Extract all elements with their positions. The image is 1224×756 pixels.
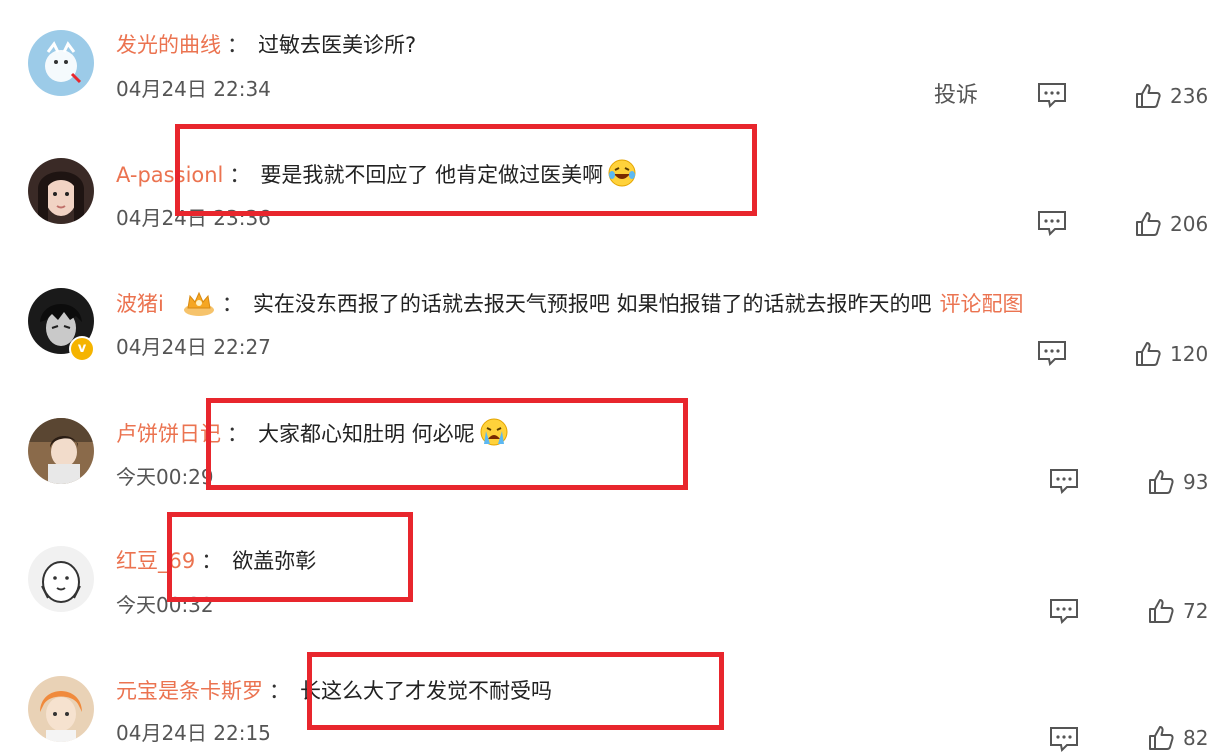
thumbs-up-icon <box>1136 342 1161 366</box>
report-button[interactable]: 投诉 <box>934 82 978 110</box>
comment-icon[interactable] <box>1049 726 1079 752</box>
like-count: 93 <box>1183 470 1209 494</box>
timestamp: 04月24日 22:15 <box>116 721 271 745</box>
highlight-box <box>175 124 757 216</box>
like-count: 206 <box>1170 212 1209 236</box>
comment-icon[interactable] <box>1049 468 1079 494</box>
comment-line: 波猪i ： 实在没东西报了的话就去报天气预报吧 如果怕报错了的话就去报昨天的吧 评论配… <box>116 288 1024 319</box>
like-button[interactable]: 93 <box>1147 468 1208 496</box>
highlight-box <box>167 512 413 602</box>
like-button[interactable]: 72 <box>1147 597 1208 625</box>
highlight-box <box>307 652 724 730</box>
comment-icon[interactable] <box>1037 340 1067 366</box>
like-button[interactable]: 206 <box>1134 210 1208 238</box>
username[interactable]: 元宝是条卡斯罗 <box>116 679 263 703</box>
avatar[interactable] <box>28 418 94 484</box>
username[interactable]: 波猪i <box>116 292 164 316</box>
highlight-box <box>206 398 688 490</box>
thumbs-up-icon <box>1136 212 1161 236</box>
separator: ： <box>227 33 248 57</box>
thumbs-up-icon <box>1149 599 1174 623</box>
avatar[interactable] <box>28 158 94 224</box>
timestamp: 今天00:29 <box>116 465 214 489</box>
like-count: 120 <box>1170 342 1209 366</box>
like-count: 82 <box>1183 726 1209 750</box>
separator: ： <box>221 292 243 316</box>
comment-text: 过敏去医美诊所? <box>258 33 417 57</box>
timestamp: 04月24日 22:34 <box>116 77 271 101</box>
like-button[interactable]: 120 <box>1134 340 1208 368</box>
crown-badge-icon <box>183 291 214 316</box>
avatar[interactable] <box>28 676 94 742</box>
thumbs-up-icon <box>1149 470 1174 494</box>
timestamp: 04月24日 22:27 <box>116 335 271 359</box>
comment-icon[interactable] <box>1037 210 1067 236</box>
username[interactable]: 发光的曲线 <box>116 33 221 57</box>
comment-icon[interactable] <box>1037 82 1067 108</box>
separator: ： <box>269 679 290 703</box>
like-button[interactable]: 82 <box>1147 724 1208 752</box>
thumbs-up-icon <box>1136 84 1161 108</box>
avatar[interactable] <box>28 30 94 96</box>
verified-badge-icon: v <box>69 336 95 362</box>
thumbs-up-icon <box>1149 726 1174 750</box>
like-count: 236 <box>1170 84 1209 108</box>
comment-image-link[interactable]: 评论配图 <box>940 292 1024 316</box>
comment-icon[interactable] <box>1049 598 1079 624</box>
avatar[interactable] <box>28 546 94 612</box>
comment-line: 发光的曲线： 过敏去医美诊所? <box>116 30 416 60</box>
comment-text: 实在没东西报了的话就去报天气预报吧 如果怕报错了的话就去报昨天的吧 <box>252 292 932 316</box>
like-button[interactable]: 236 <box>1134 82 1208 110</box>
like-count: 72 <box>1183 599 1209 623</box>
